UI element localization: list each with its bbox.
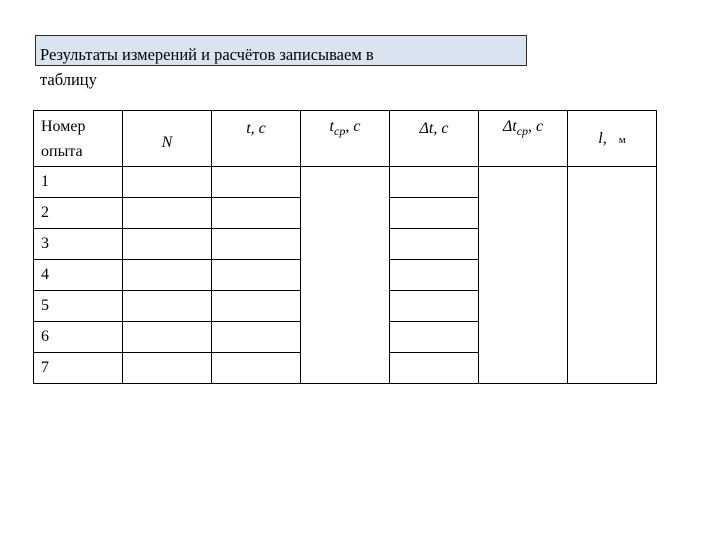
cell-n[interactable] xyxy=(122,166,212,198)
cell-t[interactable] xyxy=(211,259,301,291)
subscript-mean: ср xyxy=(516,124,529,138)
cell-delta-t[interactable] xyxy=(389,290,479,322)
subscript-mean: ср xyxy=(334,124,346,138)
header-time-error: Δt, c xyxy=(389,110,479,167)
row-number: 6 xyxy=(33,321,123,353)
unit-seconds: c xyxy=(441,119,449,137)
row-number: 5 xyxy=(33,290,123,322)
cell-length[interactable] xyxy=(567,166,657,384)
unit-seconds: c xyxy=(353,118,361,135)
cell-t[interactable] xyxy=(211,352,301,384)
separator: , xyxy=(345,118,350,135)
cell-t-mean[interactable] xyxy=(300,166,390,384)
results-table: Номер опыта N t, c tср, c Δt, c Δtср, c … xyxy=(33,110,657,384)
cell-t[interactable] xyxy=(211,166,301,198)
symbol-delta-t: Δt xyxy=(419,119,434,137)
cell-delta-t-mean[interactable] xyxy=(478,166,568,384)
header-oscillation-count: N xyxy=(122,110,212,167)
row-number: 3 xyxy=(33,228,123,260)
cell-delta-t[interactable] xyxy=(389,321,479,353)
table-row: 1 xyxy=(33,166,657,384)
separator: , xyxy=(528,118,533,135)
unit-meters: м xyxy=(618,133,626,146)
row-number: 7 xyxy=(33,352,123,384)
row-number: 1 xyxy=(33,166,123,198)
header-mean-time: tср, c xyxy=(300,110,390,167)
cell-t[interactable] xyxy=(211,228,301,260)
cell-t[interactable] xyxy=(211,321,301,353)
instruction-line-1: Результаты измерений и расчётов записыва… xyxy=(40,45,374,64)
header-length: l, м xyxy=(567,110,657,167)
row-number: 2 xyxy=(33,197,123,229)
instruction-line-2: таблицу xyxy=(40,70,97,89)
header-time: t, c xyxy=(211,110,301,167)
cell-n[interactable] xyxy=(122,228,212,260)
cell-n[interactable] xyxy=(122,352,212,384)
symbol-N: N xyxy=(161,133,173,151)
separator: , xyxy=(250,119,255,137)
cell-t[interactable] xyxy=(211,197,301,229)
header-mean-time-error: Δtср, c xyxy=(478,110,568,167)
cell-delta-t[interactable] xyxy=(389,166,479,198)
table-header-row: Номер опыта N t, c tср, c Δt, c Δtср, c … xyxy=(33,110,657,167)
cell-n[interactable] xyxy=(122,259,212,291)
symbol-delta-t: Δt xyxy=(502,118,517,135)
unit-seconds: c xyxy=(258,119,266,137)
instruction-text: Результаты измерений и расчётов записыва… xyxy=(40,42,540,92)
cell-t[interactable] xyxy=(211,290,301,322)
cell-delta-t[interactable] xyxy=(389,197,479,229)
cell-delta-t[interactable] xyxy=(389,352,479,384)
cell-delta-t[interactable] xyxy=(389,259,479,291)
unit-seconds: c xyxy=(536,118,544,135)
cell-n[interactable] xyxy=(122,290,212,322)
row-number: 4 xyxy=(33,259,123,291)
cell-n[interactable] xyxy=(122,197,212,229)
cell-delta-t[interactable] xyxy=(389,228,479,260)
separator: , xyxy=(433,119,438,137)
separator: , xyxy=(602,129,607,147)
header-experiment-number: Номер опыта xyxy=(33,110,123,167)
cell-n[interactable] xyxy=(122,321,212,353)
